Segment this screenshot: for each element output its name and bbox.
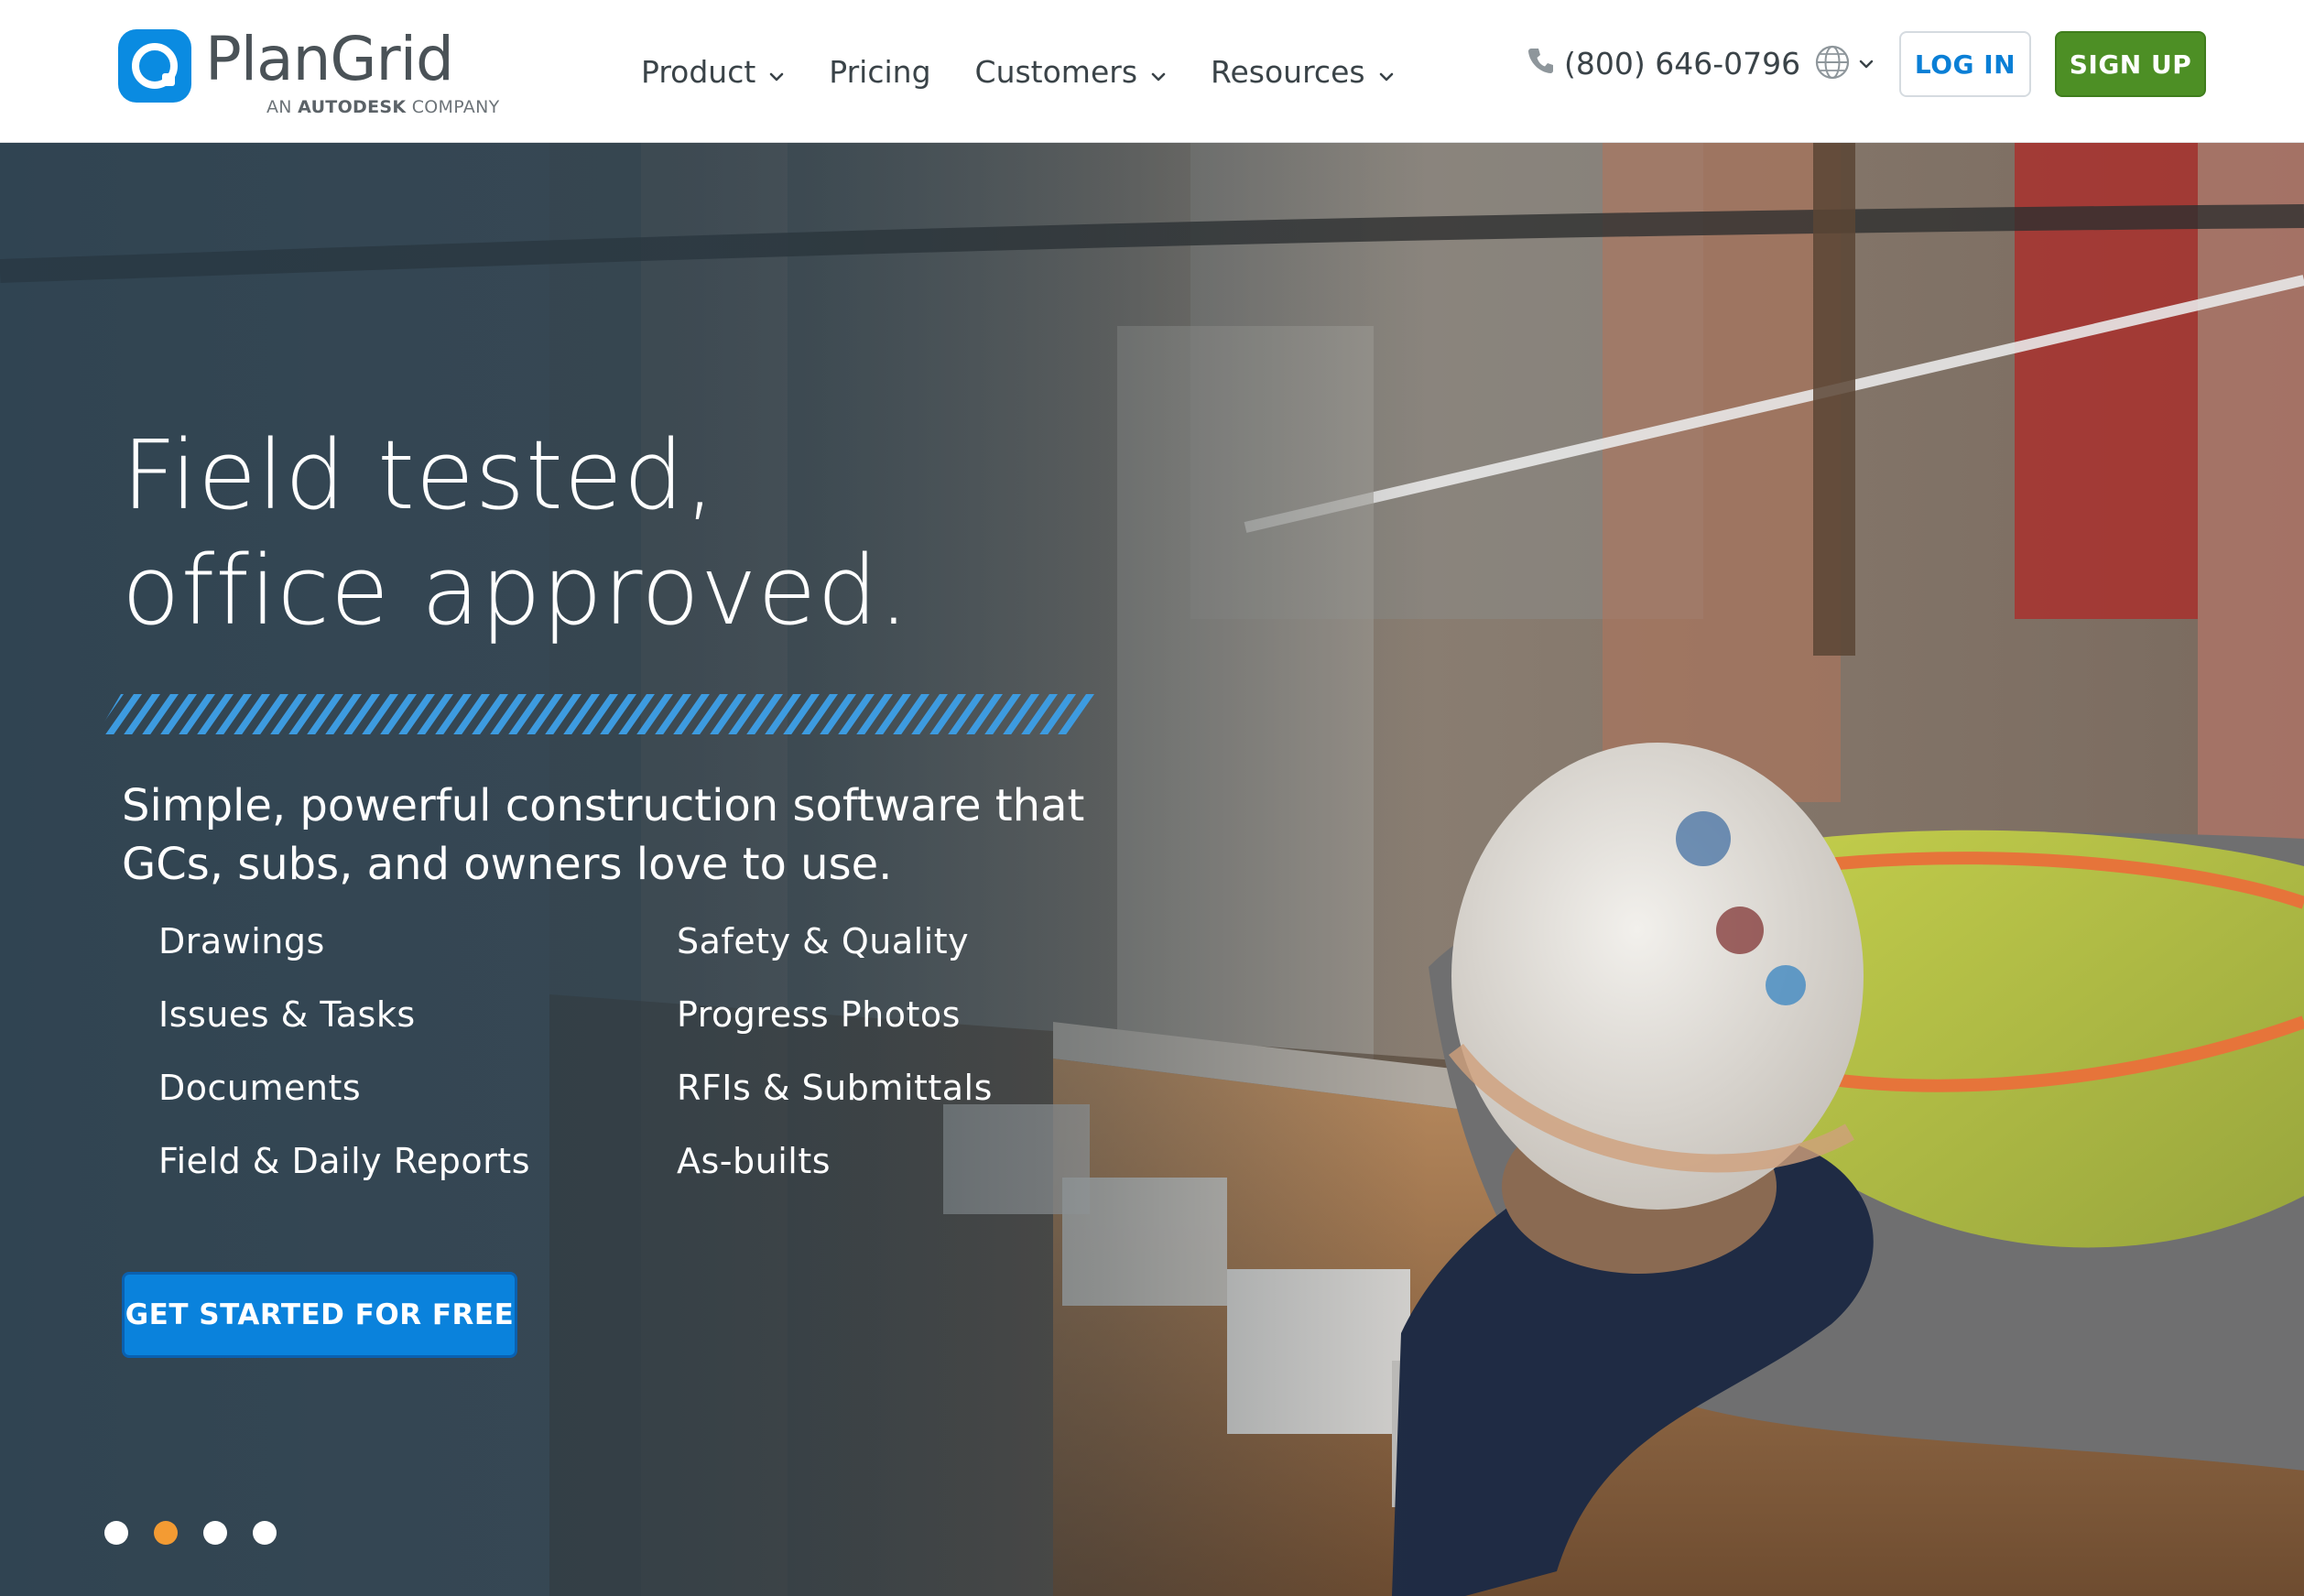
phone-number: (800) 646-0796 <box>1564 46 1801 81</box>
logo-tagline-suffix: COMPANY <box>411 97 500 117</box>
nav-item-label: Pricing <box>829 53 931 90</box>
logo-wordmark: PlanGrid <box>205 24 454 94</box>
chevron-down-icon <box>1150 54 1167 90</box>
nav-item-customers[interactable]: Customers <box>975 54 1168 90</box>
feature-drawings[interactable]: Drawings <box>158 921 325 961</box>
hero-headline-line-1: Field tested, <box>122 419 716 531</box>
language-selector[interactable] <box>1814 44 1875 84</box>
carousel-dot[interactable] <box>104 1521 128 1545</box>
feature-as-builts[interactable]: As-builts <box>677 1141 831 1181</box>
main-nav: Product Pricing Customers Resources <box>641 49 1439 93</box>
nav-item-pricing[interactable]: Pricing <box>829 54 930 90</box>
logo-tagline: AN AUTODESK COMPANY <box>266 97 500 117</box>
hero-headline: Field tested, office approved. <box>122 418 909 648</box>
chevron-down-icon <box>1378 54 1395 90</box>
phone-icon <box>1527 46 1553 81</box>
site-header: PlanGrid AN AUTODESK COMPANY Product Pri… <box>0 0 2304 143</box>
feature-documents[interactable]: Documents <box>158 1068 361 1108</box>
carousel-dot[interactable] <box>203 1521 227 1545</box>
feature-progress-photos[interactable]: Progress Photos <box>677 994 961 1035</box>
hero-subhead: Simple, powerful construction software t… <box>122 780 1085 890</box>
feature-issues-tasks[interactable]: Issues & Tasks <box>158 994 416 1035</box>
phone-link[interactable]: (800) 646-0796 <box>1527 46 1800 81</box>
login-button[interactable]: LOG IN <box>1899 31 2031 97</box>
nav-item-resources[interactable]: Resources <box>1211 54 1395 90</box>
plangrid-logo[interactable]: PlanGrid AN AUTODESK COMPANY <box>118 24 499 121</box>
logo-tagline-brand: AUTODESK <box>298 97 407 117</box>
carousel-dot[interactable] <box>253 1521 277 1545</box>
hero-section: Field tested, office approved. Simple, p… <box>0 143 2304 1596</box>
decorative-stripe-divider <box>97 694 1095 734</box>
nav-item-product[interactable]: Product <box>641 54 785 90</box>
feature-safety-quality[interactable]: Safety & Quality <box>677 921 969 961</box>
feature-field-daily-reports[interactable]: Field & Daily Reports <box>158 1141 530 1181</box>
globe-icon <box>1814 44 1851 84</box>
carousel-dots <box>104 1521 302 1545</box>
chevron-down-icon <box>1858 56 1875 73</box>
chevron-down-icon <box>768 54 785 90</box>
hero-headline-line-2: office approved. <box>122 535 910 646</box>
feature-rfis-submittals[interactable]: RFIs & Submittals <box>677 1068 993 1108</box>
nav-item-label: Customers <box>974 53 1138 90</box>
get-started-button[interactable]: GET STARTED FOR FREE <box>122 1272 517 1358</box>
nav-item-label: Resources <box>1211 53 1365 90</box>
signup-button[interactable]: SIGN UP <box>2055 31 2206 97</box>
logo-tagline-prefix: AN <box>266 97 292 117</box>
plangrid-logo-icon <box>118 29 191 103</box>
nav-item-label: Product <box>641 53 756 90</box>
carousel-dot-active[interactable] <box>154 1521 178 1545</box>
